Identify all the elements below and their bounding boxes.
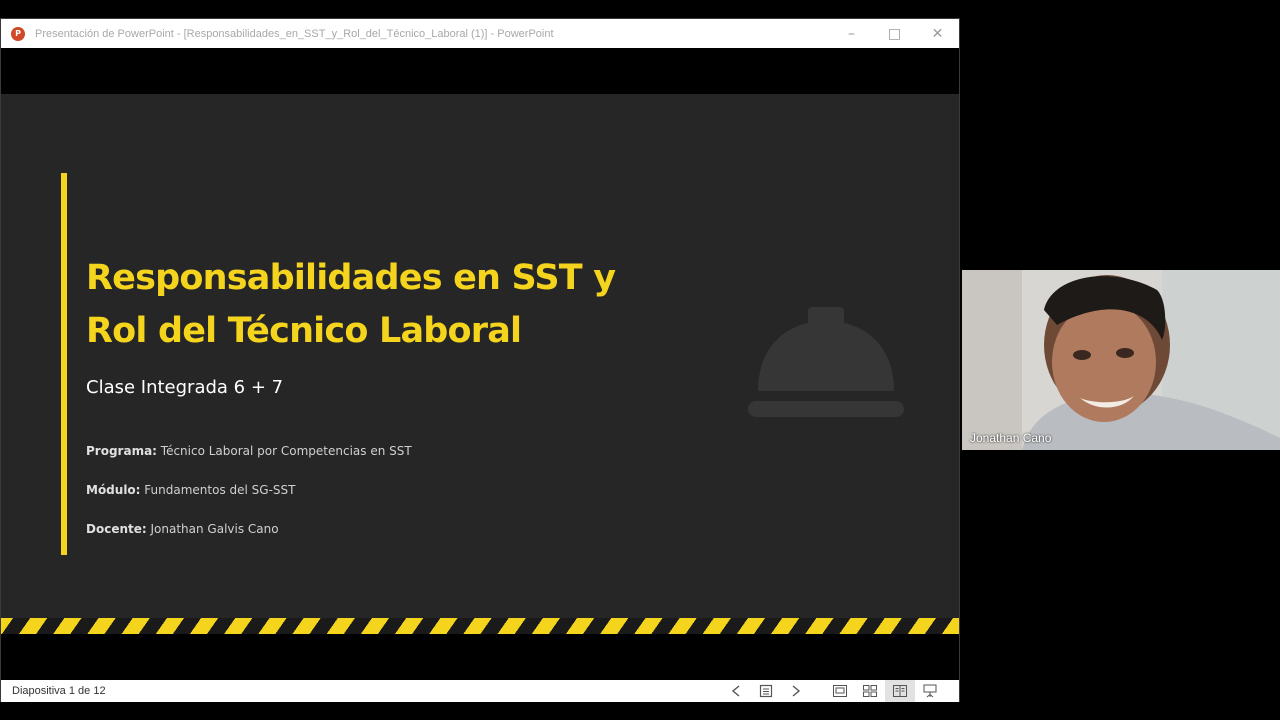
info-value: Técnico Laboral por Competencias en SST xyxy=(156,444,412,458)
slide-menu-icon[interactable] xyxy=(751,680,781,702)
info-value: Jonathan Galvis Cano xyxy=(146,522,279,536)
info-label: Docente: xyxy=(86,522,147,536)
slide-title-line-2: Rol del Técnico Laboral xyxy=(86,311,522,351)
info-value: Fundamentos del SG-SST xyxy=(140,483,296,497)
slide-counter: Diapositiva 1 de 12 xyxy=(12,685,106,697)
next-slide-icon[interactable] xyxy=(781,680,811,702)
accent-bar xyxy=(61,173,67,555)
slide[interactable]: Responsabilidades en SST y Rol del Técni… xyxy=(1,94,959,634)
info-programa: Programa: Técnico Laboral por Competenci… xyxy=(86,444,412,458)
powerpoint-icon: P xyxy=(11,26,25,41)
info-label: Módulo: xyxy=(86,483,141,497)
info-modulo: Módulo: Fundamentos del SG-SST xyxy=(86,483,295,497)
slide-sorter-icon[interactable] xyxy=(855,680,885,702)
slide-title-line-1: Responsabilidades en SST y xyxy=(86,258,616,298)
normal-view-icon[interactable] xyxy=(825,680,855,702)
status-bar: Diapositiva 1 de 12 xyxy=(1,680,959,702)
window-controls: – □ ✕ xyxy=(830,19,959,48)
info-label: Programa: xyxy=(86,444,157,458)
participant-name: Jonathan Cano xyxy=(970,431,1052,445)
slideshow-area[interactable]: Responsabilidades en SST y Rol del Técni… xyxy=(1,48,959,680)
info-docente: Docente: Jonathan Galvis Cano xyxy=(86,522,279,536)
maximize-button[interactable]: □ xyxy=(873,19,916,48)
previous-slide-icon[interactable] xyxy=(721,680,751,702)
title-bar: P Presentación de PowerPoint - [Responsa… xyxy=(1,19,959,48)
reading-view-icon[interactable] xyxy=(885,680,915,702)
hazard-stripe xyxy=(1,618,959,634)
window-title: Presentación de PowerPoint - [Responsabi… xyxy=(35,27,554,40)
slideshow-icon[interactable] xyxy=(915,680,945,702)
close-button[interactable]: ✕ xyxy=(916,19,959,48)
slide-subtitle: Clase Integrada 6 + 7 xyxy=(86,377,284,398)
minimize-button[interactable]: – xyxy=(830,19,873,48)
hard-hat-icon xyxy=(748,307,904,417)
slide-title: Responsabilidades en SST y Rol del Técni… xyxy=(86,252,706,358)
powerpoint-window: P Presentación de PowerPoint - [Responsa… xyxy=(0,18,960,702)
status-icons xyxy=(721,680,945,702)
participant-video-feed xyxy=(962,270,1280,450)
participant-video[interactable]: Jonathan Cano xyxy=(962,270,1280,450)
